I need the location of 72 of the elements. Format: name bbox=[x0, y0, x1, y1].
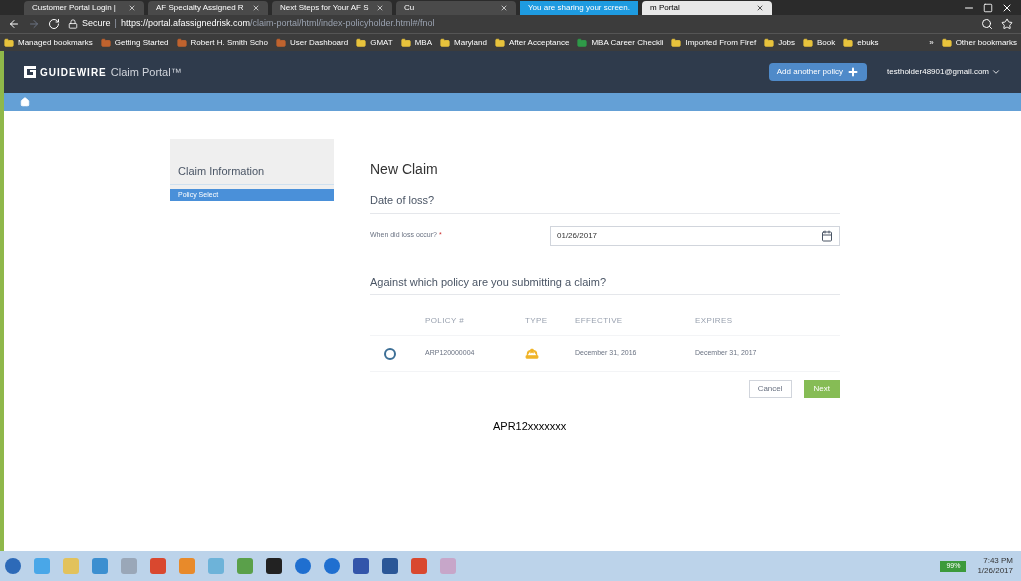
bookmark[interactable]: Book bbox=[803, 36, 836, 49]
bookmark[interactable]: MBA bbox=[400, 36, 432, 49]
user-menu[interactable]: testholder48901@gmail.com bbox=[887, 66, 1001, 78]
folder-icon bbox=[440, 37, 450, 48]
lock-icon bbox=[68, 19, 78, 29]
browser-tab[interactable]: m Portal bbox=[642, 1, 772, 15]
maximize-icon[interactable] bbox=[983, 3, 993, 13]
close-icon[interactable] bbox=[1001, 2, 1013, 14]
folder-icon bbox=[941, 37, 952, 48]
cancel-button[interactable]: Cancel bbox=[748, 380, 792, 398]
app-icon[interactable] bbox=[381, 557, 399, 575]
back-icon[interactable] bbox=[8, 18, 20, 30]
clock-time: 7:43 PM bbox=[983, 556, 1013, 566]
logo-icon bbox=[24, 66, 36, 78]
hard-hat-icon bbox=[525, 346, 539, 361]
folder-icon bbox=[176, 37, 187, 48]
folder-icon bbox=[671, 37, 682, 48]
bookmark[interactable]: GMAT bbox=[356, 36, 393, 49]
star-icon[interactable] bbox=[1001, 18, 1013, 30]
folder-icon bbox=[400, 37, 411, 48]
bookmark[interactable]: User Dashboard bbox=[275, 36, 349, 49]
brand-name: GUIDEWIRE bbox=[40, 65, 107, 80]
folder-icon bbox=[494, 37, 505, 48]
overflow-button[interactable]: » bbox=[929, 36, 934, 49]
bookmark[interactable]: ebuks bbox=[843, 36, 879, 49]
bookmark[interactable]: MBA Career Checkli bbox=[577, 36, 664, 49]
folder-icon bbox=[356, 37, 367, 48]
bookmark[interactable]: Getting Started bbox=[100, 36, 169, 49]
bookmark[interactable]: Maryland bbox=[440, 36, 487, 49]
home-icon[interactable] bbox=[20, 97, 30, 107]
caret-icon bbox=[991, 67, 1001, 77]
sharing-banner: You are sharing your screen. bbox=[520, 1, 638, 15]
browser-tab[interactable]: Cu bbox=[396, 1, 516, 15]
app-icon[interactable] bbox=[352, 557, 370, 575]
clock-date: 1/26/2017 bbox=[977, 566, 1013, 576]
folder-icon bbox=[764, 37, 775, 48]
folder-icon bbox=[803, 37, 814, 48]
section-heading: Against which policy are you submitting a claim? bbox=[370, 273, 840, 295]
bookmark[interactable]: Imported From Firef bbox=[671, 36, 757, 49]
radio-button[interactable] bbox=[384, 347, 396, 360]
add-policy-button[interactable]: Add another policy bbox=[768, 63, 868, 81]
form-title: New Claim bbox=[370, 160, 439, 179]
column-header: EFFECTIVE bbox=[575, 315, 624, 327]
column-header: TYPE bbox=[525, 315, 549, 327]
url-separator: | bbox=[114, 17, 117, 31]
bookmark[interactable]: Jobs bbox=[764, 36, 796, 49]
section-heading: Date of loss? bbox=[370, 192, 840, 214]
folder-icon bbox=[843, 37, 854, 48]
bookmark[interactable]: Other bookmarks bbox=[941, 36, 1017, 49]
reload-icon[interactable] bbox=[48, 18, 60, 30]
product-name: Claim Portal™ bbox=[110, 64, 182, 80]
plus-icon bbox=[847, 66, 860, 78]
search-icon[interactable] bbox=[981, 18, 993, 30]
note-text: APR12xxxxxxx bbox=[493, 419, 568, 434]
column-header: POLICY # bbox=[425, 315, 466, 327]
folder-icon bbox=[100, 37, 111, 48]
folder-icon bbox=[577, 37, 588, 48]
folder-icon bbox=[4, 37, 14, 48]
browser-tab[interactable]: Next Steps for Your AF S bbox=[272, 1, 392, 15]
bookmark[interactable]: Robert H. Smith Scho bbox=[176, 36, 268, 49]
app-icon[interactable] bbox=[265, 557, 283, 575]
column-header: EXPIRES bbox=[695, 315, 734, 327]
bookmark[interactable]: Managed bookmarks bbox=[4, 36, 93, 49]
browser-tab[interactable]: Customer Portal Login | bbox=[24, 1, 144, 15]
url-field[interactable]: Secure | https://portal.afassignedrisk.com/claim-portal/html/index-policyholder.html#/fnol bbox=[68, 17, 973, 31]
sidebar-heading: Claim Information bbox=[170, 163, 334, 185]
folder-icon bbox=[275, 37, 286, 48]
close-icon[interactable] bbox=[756, 4, 764, 12]
calendar-icon[interactable] bbox=[821, 229, 833, 242]
date-field[interactable]: 01/26/2017 bbox=[550, 225, 840, 246]
browser-tab[interactable]: AF Specialty Assigned R bbox=[148, 1, 268, 15]
bookmark[interactable]: After Acceptance bbox=[494, 36, 570, 49]
